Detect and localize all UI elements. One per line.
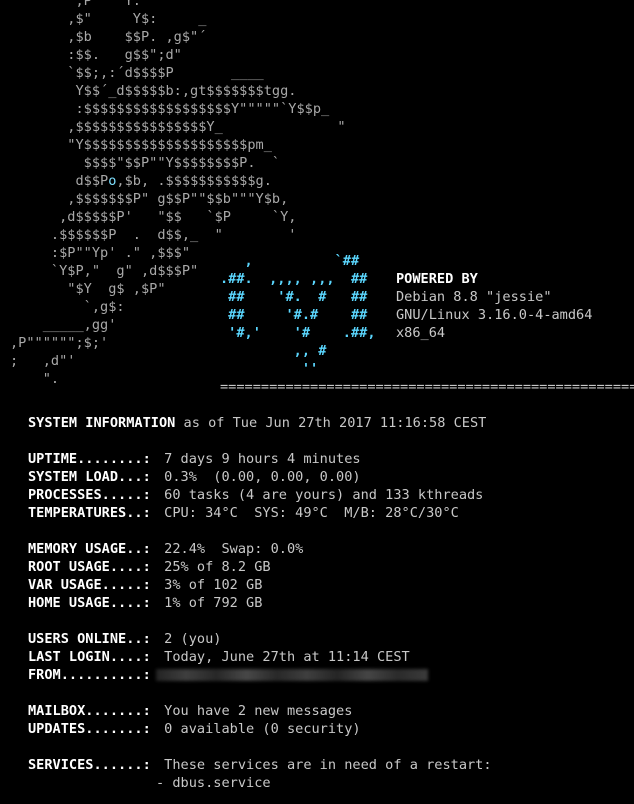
mailbox-key: MAILBOX.......: <box>28 703 151 719</box>
art-line: "$Y g$ ,$P" <box>10 281 166 297</box>
os-version: Debian 8.8 "jessie" <box>396 289 552 305</box>
memory-usage-value: 22.4% Swap: 0.0% <box>156 541 304 557</box>
system-info-heading: SYSTEM INFORMATION as of Tue Jun 27th 20… <box>28 414 628 432</box>
logo-line: ## '#. # ## <box>220 289 368 305</box>
users-online-value: 2 (you) <box>156 631 222 647</box>
home-usage-value: 1% of 792 GB <box>156 595 263 611</box>
memory-usage-key: MEMORY USAGE..: <box>28 541 151 557</box>
logo-line: ,, # <box>220 343 327 359</box>
updates-key: UPDATES.......: <box>28 721 151 737</box>
service-item: - dbus.service <box>156 775 271 791</box>
processes-key: PROCESSES.....: <box>28 487 151 503</box>
memory-usage-row: MEMORY USAGE..: 22.4% Swap: 0.0% <box>28 540 628 558</box>
kernel-version: GNU/Linux 3.16.0-4-amd64 <box>396 307 593 323</box>
logo-line: .##. ,,,, ,,, ## <box>220 271 368 287</box>
system-load-key: SYSTEM LOAD...: <box>28 469 151 485</box>
redacted-ip <box>156 669 428 681</box>
temperatures-value: CPU: 34°C SYS: 49°C M/B: 28°C/30°C <box>156 505 459 521</box>
art-line: `Y$P," g" ,d$$$P" <box>10 263 199 279</box>
uptime-row: UPTIME........: 7 days 9 hours 4 minutes <box>28 450 628 468</box>
system-load-row: SYSTEM LOAD...: 0.3% (0.00, 0.00, 0.00) <box>28 468 628 486</box>
art-line: `$$;,:´d$$$$P ____ <box>10 65 264 81</box>
updates-row: UPDATES.......: 0 available (0 security) <box>28 720 628 738</box>
uptime-value: 7 days 9 hours 4 minutes <box>156 451 361 467</box>
logo-line: ## '#.# ## <box>220 307 368 323</box>
art-line: ,$b $$P. ,g$"´ <box>10 29 207 45</box>
art-line: :$$. g$$";d" <box>10 47 182 63</box>
system-info-panel: SYSTEM INFORMATION as of Tue Jun 27th 20… <box>28 414 628 792</box>
powered-by-block: POWERED BY Debian 8.8 "jessie" GNU/Linux… <box>396 270 592 342</box>
from-key: FROM..........: <box>28 667 151 683</box>
from-row: FROM..........: <box>28 666 628 684</box>
services-value: These services are in need of a restart: <box>156 757 492 773</box>
art-line: ; ,d"' <box>10 353 76 369</box>
art-line: ,$$$$$$$P" g$$P""$$b"""Y$b, <box>10 191 289 207</box>
services-key: SERVICES......: <box>28 757 151 773</box>
art-line: :$P""Yp' ." ,$$$" <box>10 245 191 261</box>
logo-line: '' <box>220 361 319 377</box>
art-line: ,$b, .$$$$$$$$$$$g. <box>116 173 272 189</box>
art-line: ;P "Y. <box>10 0 141 9</box>
system-info-timestamp: as of Tue Jun 27th 2017 11:16:58 CEST <box>175 415 487 431</box>
processes-value: 60 tasks (4 are yours) and 133 kthreads <box>156 487 484 503</box>
system-load-value: 0.3% (0.00, 0.00, 0.00) <box>156 469 361 485</box>
last-login-value: Today, June 27th at 11:14 CEST <box>156 649 410 665</box>
processes-row: PROCESSES.....: 60 tasks (4 are yours) a… <box>28 486 628 504</box>
mailbox-row: MAILBOX.......: You have 2 new messages <box>28 702 628 720</box>
var-usage-value: 3% of 102 GB <box>156 577 263 593</box>
art-line: "Y$$$$$$$$$$$$$$$$$$$$pm_ <box>10 137 272 153</box>
art-line: .$$$$$$P . d$$,_ " ' <box>10 227 297 243</box>
art-line: $$$$"$$P""Y$$$$$$$$P. ` <box>10 155 281 171</box>
root-usage-row: ROOT USAGE....: 25% of 8.2 GB <box>28 558 628 576</box>
art-line: ". <box>10 371 60 387</box>
root-usage-value: 25% of 8.2 GB <box>156 559 271 575</box>
service-item-row: - dbus.service <box>28 774 628 792</box>
services-row: SERVICES......: These services are in ne… <box>28 756 628 774</box>
art-line: `,g$: <box>10 299 125 315</box>
temperatures-key: TEMPERATURES..: <box>28 505 151 521</box>
terminal-window[interactable]: ;P "Y. ,$" Y$: _ ,$b $$P. ,g$"´ :$$. g$$… <box>0 0 634 804</box>
var-usage-row: VAR USAGE.....: 3% of 102 GB <box>28 576 628 594</box>
logo-line: '#,' '# .##, <box>220 325 376 341</box>
users-online-row: USERS ONLINE..: 2 (you) <box>28 630 628 648</box>
temperatures-row: TEMPERATURES..: CPU: 34°C SYS: 49°C M/B:… <box>28 504 628 522</box>
var-usage-key: VAR USAGE.....: <box>28 577 151 593</box>
architecture: x86_64 <box>396 325 446 341</box>
logo-line: , `## <box>220 253 360 269</box>
uptime-key: UPTIME........: <box>28 451 151 467</box>
art-line: :$$$$$$$$$$$$$$$$$$Y"""""`Y$$p_ <box>10 101 330 117</box>
powered-by-label: POWERED BY <box>396 271 478 287</box>
users-online-key: USERS ONLINE..: <box>28 631 151 647</box>
updates-value: 0 available (0 security) <box>156 721 361 737</box>
art-line: _____,gg' <box>10 317 117 333</box>
art-line: ,$" Y$: _ <box>10 11 207 27</box>
art-line: ,$$$$$$$$$$$$$$$$Y_ " <box>10 119 346 135</box>
last-login-row: LAST LOGIN....: Today, June 27th at 11:1… <box>28 648 628 666</box>
art-line: d$$P <box>10 173 109 189</box>
mailbox-value: You have 2 new messages <box>156 703 353 719</box>
art-line: ,d$$$$$P' "$$ `$P `Y, <box>10 209 297 225</box>
art-line: ,P"""""";$;' <box>10 335 109 351</box>
art-line: Y$$´_d$$$$$b:,gt$$$$$$$tgg. <box>10 83 297 99</box>
home-usage-key: HOME USAGE....: <box>28 595 151 611</box>
separator-line: ========================================… <box>220 379 634 395</box>
root-usage-key: ROOT USAGE....: <box>28 559 151 575</box>
last-login-key: LAST LOGIN....: <box>28 649 151 665</box>
system-info-label: SYSTEM INFORMATION <box>28 415 176 431</box>
debian-ascii-logo: , `## .##. ,,,, ,,, ## ## '#. # ## ## '#… <box>220 252 376 378</box>
home-usage-row: HOME USAGE....: 1% of 792 GB <box>28 594 628 612</box>
